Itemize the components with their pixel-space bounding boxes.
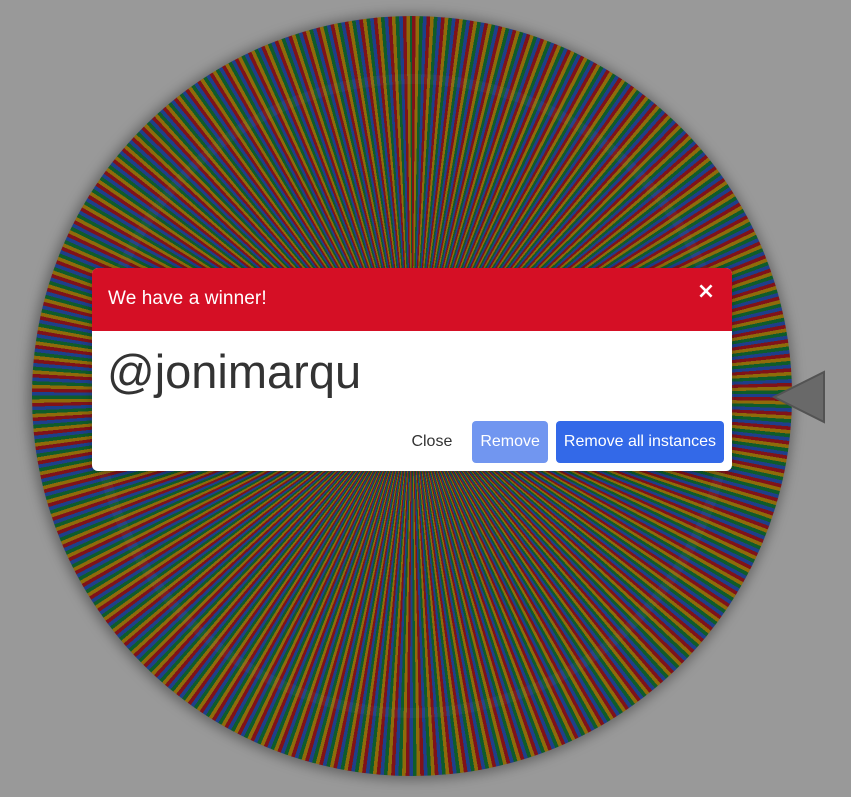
winner-name: @jonimarqu [107, 345, 362, 398]
remove-all-instances-button[interactable]: Remove all instances [555, 421, 724, 463]
dialog-header: We have a winner! × [92, 268, 732, 331]
winner-dialog: We have a winner! × @jonimarqu Close Rem… [92, 268, 732, 471]
remove-button[interactable]: Remove [472, 421, 548, 463]
close-icon[interactable]: × [694, 280, 718, 304]
close-button[interactable]: Close [399, 421, 464, 463]
dialog-footer: Close Remove Remove all instances [399, 421, 724, 463]
dialog-title: We have a winner! [108, 288, 267, 309]
